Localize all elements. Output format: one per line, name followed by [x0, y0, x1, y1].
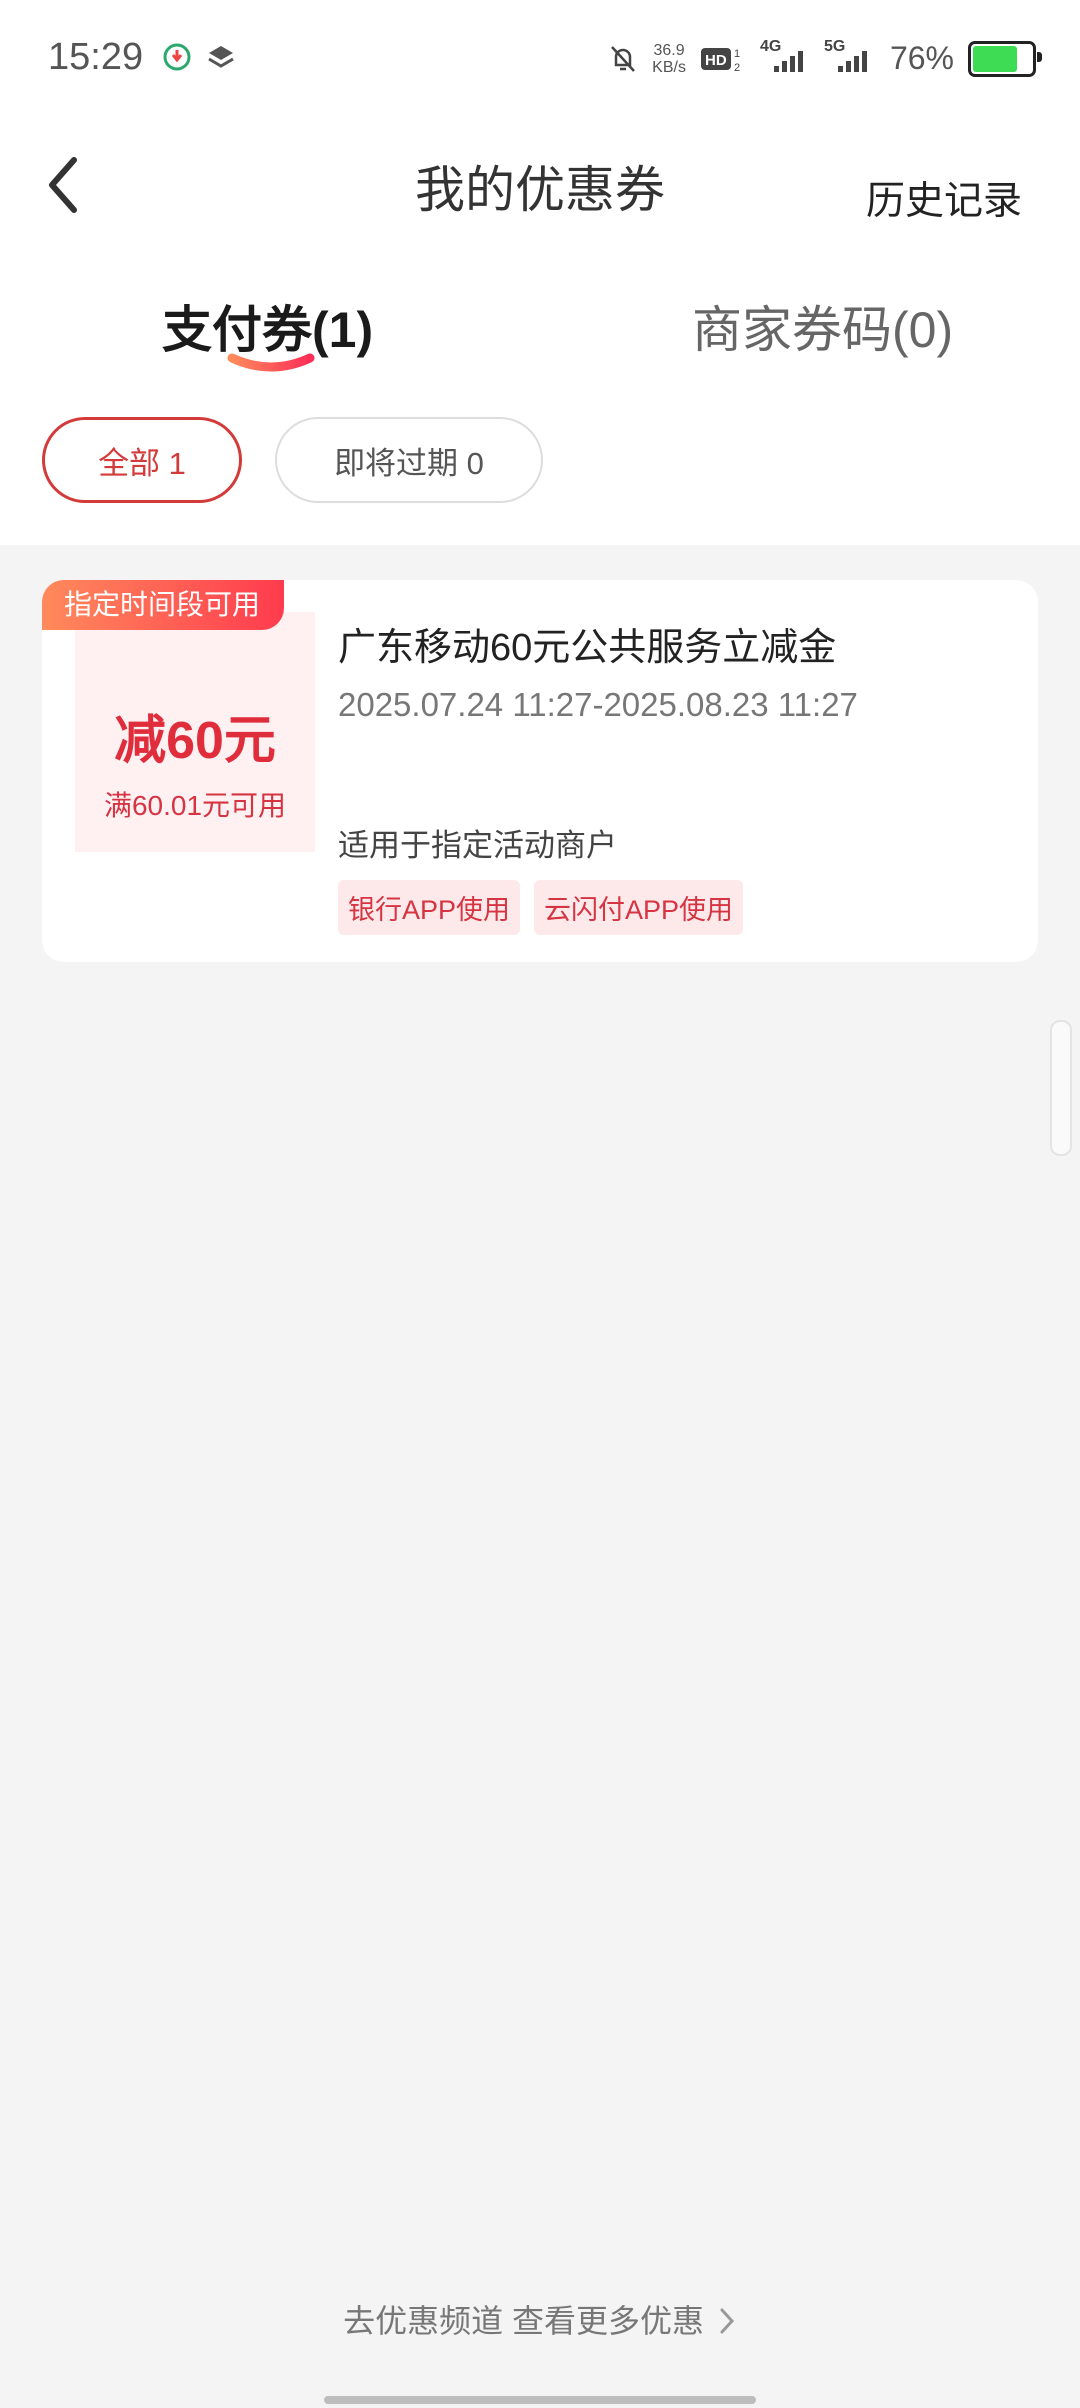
signal-5g-icon: 5G: [824, 38, 874, 76]
coupon-amount-box: 减60元 满60.01元可用: [75, 612, 315, 852]
scrollbar[interactable]: [1050, 1020, 1072, 1156]
coupon-condition: 满60.01元可用: [103, 790, 287, 821]
app-notification-icon: [163, 43, 191, 71]
history-link[interactable]: 历史记录: [866, 170, 1022, 226]
tag-bank-app: 银行APP使用: [338, 880, 521, 935]
tag-unionpay-app: 云闪付APP使用: [534, 880, 744, 935]
coupon-name: 广东移动60元公共服务立减金: [338, 627, 837, 669]
coupon-card[interactable]: 减60元 满60.01元可用 指定时间段可用 广东移动60元公共服务立减金 20…: [42, 580, 1038, 962]
svg-text:2: 2: [734, 62, 740, 74]
time-limited-ribbon: 指定时间段可用: [42, 580, 285, 630]
hd-icon: HD 1 2: [700, 47, 740, 74]
bell-off-icon: [611, 45, 636, 72]
signal-4g-icon: 4G: [760, 38, 810, 76]
active-tab-indicator: [227, 353, 315, 372]
layers-icon: [208, 46, 234, 68]
coupon-amount: 减60元: [114, 712, 276, 770]
coupon-validity: 2025.07.24 11:27-2025.08.23 11:27: [338, 686, 858, 723]
more-deals-label: 去优惠频道 查看更多优惠: [343, 2303, 704, 2339]
home-indicator[interactable]: [324, 2396, 756, 2404]
status-bar: 15:29 36.9 KB/s HD 1 2 4G 5G 76%: [0, 0, 1080, 120]
battery-icon: [968, 40, 1042, 77]
svg-text:1: 1: [734, 48, 740, 60]
battery-fill: [973, 45, 1018, 72]
status-time: 15:29: [48, 36, 144, 78]
filter-expiring-chip[interactable]: 即将过期 0: [275, 417, 543, 503]
tab-merchant-codes[interactable]: 商家券码(0): [692, 290, 953, 362]
filter-all-chip[interactable]: 全部 1: [42, 417, 242, 503]
more-deals-link[interactable]: 去优惠频道 查看更多优惠: [0, 2296, 1080, 2342]
coupon-scope: 适用于指定活动商户: [338, 828, 617, 863]
svg-text:HD: HD: [705, 52, 727, 69]
net-speed: 36.9 KB/s: [652, 41, 686, 76]
battery-percent: 76%: [889, 40, 954, 76]
chevron-right-icon: [720, 2308, 734, 2334]
